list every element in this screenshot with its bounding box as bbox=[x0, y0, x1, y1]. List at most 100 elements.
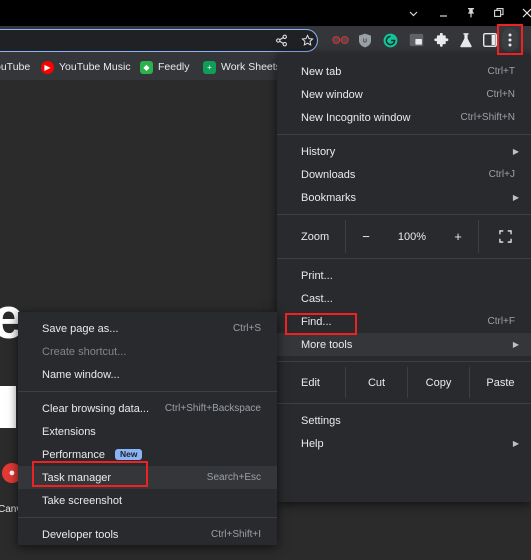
submenu-item-extensions[interactable]: Extensions bbox=[18, 420, 277, 443]
more-tools-submenu: Save page as... Ctrl+S Create shortcut..… bbox=[18, 312, 277, 545]
chevron-down-icon[interactable] bbox=[398, 0, 428, 26]
menu-item-label: Bookmarks bbox=[301, 191, 357, 204]
bookmark-item-youtube-music[interactable]: ▶ YouTube Music bbox=[41, 54, 131, 80]
side-panel-icon[interactable] bbox=[477, 26, 503, 54]
chevron-right-icon: ▶ bbox=[512, 193, 519, 202]
menu-item-label: Developer tools bbox=[42, 528, 119, 541]
menu-item-bookmarks[interactable]: Bookmarks ▶ bbox=[277, 186, 531, 209]
submenu-item-task-manager[interactable]: Task manager Search+Esc bbox=[18, 466, 277, 489]
zoom-value: 100% bbox=[397, 230, 427, 243]
menu-item-label: Save page as... bbox=[42, 322, 119, 335]
menu-item-label: Clear browsing data... bbox=[42, 402, 149, 415]
menu-item-shortcut: Ctrl+S bbox=[232, 323, 261, 334]
puzzle-extensions-icon[interactable] bbox=[428, 26, 454, 54]
menu-item-cast[interactable]: Cast... bbox=[277, 287, 531, 310]
menu-item-downloads[interactable]: Downloads Ctrl+J bbox=[277, 163, 531, 186]
menu-item-shortcut: Ctrl+Shift+N bbox=[460, 112, 515, 123]
menu-item-label: New Incognito window bbox=[301, 111, 411, 124]
menu-item-label: Find... bbox=[301, 315, 332, 328]
chevron-right-icon: ▶ bbox=[512, 340, 519, 349]
submenu-item-take-screenshot[interactable]: Take screenshot bbox=[18, 489, 277, 512]
bookmark-item-youtube[interactable]: ouTube bbox=[0, 54, 30, 80]
chevron-right-icon: ▶ bbox=[512, 147, 519, 156]
bookmark-item-feedly[interactable]: ◆ Feedly bbox=[140, 54, 190, 80]
feedly-icon: ◆ bbox=[140, 60, 153, 74]
close-icon[interactable] bbox=[512, 0, 531, 26]
zoom-row: Zoom − 100% + bbox=[277, 220, 531, 253]
grammarly-extension-icon[interactable] bbox=[377, 26, 403, 54]
white-card bbox=[0, 386, 16, 428]
bookmark-item-work-sheets[interactable]: + Work Sheets bbox=[203, 54, 281, 80]
zoom-in-button[interactable]: + bbox=[438, 229, 478, 244]
menu-item-new-incognito-window[interactable]: New Incognito window Ctrl+Shift+N bbox=[277, 106, 531, 129]
menu-item-label: Task manager bbox=[42, 471, 112, 484]
sheets-icon: + bbox=[203, 60, 216, 74]
menu-separator bbox=[277, 134, 531, 135]
menu-item-label: Create shortcut... bbox=[42, 345, 127, 358]
zoom-label: Zoom bbox=[301, 230, 330, 243]
picture-in-picture-icon[interactable] bbox=[403, 26, 429, 54]
chrome-main-menu: New tab Ctrl+T New window Ctrl+N New Inc… bbox=[277, 54, 531, 502]
chevron-right-icon: ▶ bbox=[512, 439, 519, 448]
menu-item-settings[interactable]: Settings bbox=[277, 409, 531, 432]
menu-item-label: New window bbox=[301, 88, 363, 101]
share-icon[interactable] bbox=[268, 26, 294, 54]
menu-item-label: Print... bbox=[301, 269, 333, 282]
menu-item-history[interactable]: History ▶ bbox=[277, 140, 531, 163]
pin-icon[interactable] bbox=[456, 0, 486, 26]
kebab-menu-icon[interactable] bbox=[502, 28, 518, 52]
edit-row: Edit Cut Copy Paste bbox=[277, 367, 531, 398]
restore-icon[interactable] bbox=[484, 0, 514, 26]
menu-separator bbox=[277, 403, 531, 404]
menu-separator bbox=[277, 258, 531, 259]
menu-separator bbox=[18, 391, 277, 392]
submenu-item-clear-browsing-data[interactable]: Clear browsing data... Ctrl+Shift+Backsp… bbox=[18, 397, 277, 420]
svg-text:U: U bbox=[363, 38, 367, 44]
submenu-item-performance[interactable]: Performance New bbox=[18, 443, 277, 466]
menu-item-shortcut: Ctrl+J bbox=[488, 169, 515, 180]
star-icon[interactable] bbox=[294, 26, 320, 54]
menu-item-label: Settings bbox=[301, 414, 341, 427]
menu-item-print[interactable]: Print... bbox=[277, 264, 531, 287]
minimize-icon[interactable] bbox=[428, 0, 458, 26]
menu-item-new-tab[interactable]: New tab Ctrl+T bbox=[277, 60, 531, 83]
bookmark-label: ouTube bbox=[0, 61, 31, 73]
menu-item-new-window[interactable]: New window Ctrl+N bbox=[277, 83, 531, 106]
menu-item-shortcut: Ctrl+N bbox=[486, 89, 515, 100]
youtube-music-icon: ▶ bbox=[41, 60, 54, 74]
menu-item-shortcut: Ctrl+T bbox=[487, 66, 516, 77]
menu-item-label: Name window... bbox=[42, 368, 120, 381]
cut-button[interactable]: Cut bbox=[346, 377, 407, 389]
menu-item-label: Help bbox=[301, 437, 324, 450]
menu-item-label: Extensions bbox=[42, 425, 96, 438]
flask-labs-icon[interactable] bbox=[453, 26, 479, 54]
submenu-item-developer-tools[interactable]: Developer tools Ctrl+Shift+I bbox=[18, 523, 277, 546]
bookmark-label: Work Sheets bbox=[221, 61, 281, 73]
menu-item-help[interactable]: Help ▶ bbox=[277, 432, 531, 455]
menu-item-more-tools[interactable]: More tools ▶ bbox=[277, 333, 531, 356]
paste-button[interactable]: Paste bbox=[470, 377, 531, 389]
submenu-item-save-page-as[interactable]: Save page as... Ctrl+S bbox=[18, 317, 277, 340]
menu-item-label: Performance bbox=[42, 448, 105, 461]
menu-item-shortcut: Ctrl+F bbox=[487, 316, 516, 327]
menu-item-label: History bbox=[301, 145, 336, 158]
menu-separator bbox=[18, 517, 277, 518]
menu-item-label: More tools bbox=[301, 338, 353, 351]
zoom-out-button[interactable]: − bbox=[346, 229, 386, 244]
menu-separator bbox=[277, 361, 531, 362]
bookmark-label: YouTube Music bbox=[59, 61, 131, 73]
menu-item-shortcut: Search+Esc bbox=[206, 472, 261, 483]
menu-item-label: Downloads bbox=[301, 168, 356, 181]
browser-window: U uTube ▶ YouTube Music ◆ Feedly + Work … bbox=[0, 0, 531, 560]
menu-item-label: Take screenshot bbox=[42, 494, 123, 507]
copy-button[interactable]: Copy bbox=[408, 377, 469, 389]
submenu-item-name-window[interactable]: Name window... bbox=[18, 363, 277, 386]
new-badge: New bbox=[114, 448, 143, 461]
menu-item-find[interactable]: Find... Ctrl+F bbox=[277, 310, 531, 333]
fullscreen-icon[interactable] bbox=[479, 230, 531, 243]
shield-extension-icon[interactable]: U bbox=[352, 26, 378, 54]
menu-separator bbox=[277, 214, 531, 215]
glasses-extension-icon[interactable] bbox=[327, 26, 353, 54]
menu-item-label: Cast... bbox=[301, 292, 333, 305]
menu-item-shortcut: Ctrl+Shift+I bbox=[210, 529, 261, 540]
